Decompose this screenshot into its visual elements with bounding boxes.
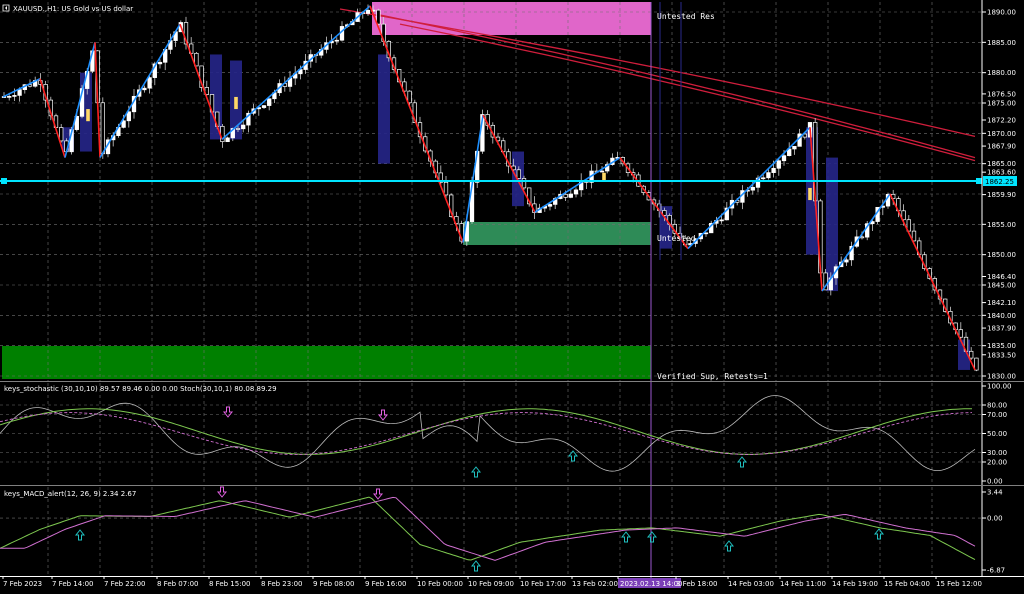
stochastic-tick-label: 50.00: [987, 430, 1007, 438]
horizontal-line-handle-left[interactable]: [1, 178, 7, 184]
untested-sup-label: Untested: [657, 234, 696, 243]
chart-title: XAUUSD.,H1: US Gold vs US dollar: [2, 4, 133, 13]
time-tick-label: 9 Feb 16:00: [365, 580, 406, 588]
current-price-text: 1862.25: [985, 178, 1014, 186]
time-tick-label: 3 Feb 18:00: [676, 580, 717, 588]
price-tick-label: 1850.00: [987, 251, 1016, 259]
time-tick-label: 7 Feb 22:00: [104, 580, 145, 588]
current-price-tag: 1862.25: [983, 176, 1017, 186]
time-tick-label: 15 Feb 04:00: [884, 580, 930, 588]
swing-box: [378, 54, 390, 164]
stochastic-tick-label: 80.00: [987, 402, 1007, 410]
untested-resistance-zone: [372, 2, 651, 35]
price-tick-label: 1833.50: [987, 351, 1016, 359]
time-tick-label: 14 Feb 19:00: [832, 580, 878, 588]
macd-tick-label: 0.00: [987, 515, 1003, 523]
time-tick-label: 8 Feb 23:00: [261, 580, 302, 588]
price-tick-label: 1855.00: [987, 221, 1016, 229]
trading-chart-window[interactable]: Untested Res Untested Verified Sup, Rete…: [0, 0, 1024, 590]
price-tick-label: 1875.00: [987, 100, 1016, 108]
macd-tick-label: 3.44: [987, 489, 1003, 497]
chart-title-text: XAUUSD.,H1: US Gold vs US dollar: [13, 5, 133, 13]
highlight-candle: [808, 187, 812, 201]
price-tick-label: 1885.00: [987, 39, 1016, 47]
price-tick-label: 1846.40: [987, 273, 1016, 281]
macd-title: keys_MACD_alert(12, 26, 9) 2.34 2.67: [4, 490, 136, 498]
verified-sup-label: Verified Sup, Retests=1: [657, 372, 768, 381]
time-tick-label: 10 Feb 00:00: [417, 580, 463, 588]
time-tick-label: 13 Feb 02:00: [572, 580, 618, 588]
time-tick-label: 8 Feb 15:00: [209, 580, 250, 588]
stochastic-tick-label: 100.00: [987, 383, 1012, 391]
time-tick-label: 15 Feb 12:00: [936, 580, 982, 588]
time-tick-label: 10 Feb 17:00: [520, 580, 566, 588]
time-tick-label: 7 Feb 14:00: [52, 580, 93, 588]
time-tick-label: 9 Feb 08:00: [313, 580, 354, 588]
price-tick-label: 1842.10: [987, 299, 1016, 307]
stochastic-tick-label: 30.00: [987, 449, 1007, 457]
price-tick-label: 1840.00: [987, 312, 1016, 320]
time-tick-label: 14 Feb 03:00: [728, 580, 774, 588]
highlight-candle: [86, 109, 90, 122]
price-tick-label: 1876.50: [987, 90, 1016, 98]
price-tick-label: 1890.00: [987, 9, 1016, 17]
price-tick-label: 1859.90: [987, 191, 1016, 199]
stochastic-title: keys_stochastic (30,10,10) 89.57 89.46 0…: [4, 385, 277, 393]
price-tick-label: 1870.00: [987, 130, 1016, 138]
untested-res-label: Untested Res: [657, 12, 715, 21]
price-tick-label: 1865.00: [987, 160, 1016, 168]
time-tick-label: 8 Feb 07:00: [157, 580, 198, 588]
macd-tick-label: -6.87: [987, 567, 1005, 575]
price-tick-label: 1845.00: [987, 282, 1016, 290]
verified-support-zone: [2, 346, 651, 379]
stochastic-tick-label: 20.00: [987, 459, 1007, 467]
time-tick-label: 10 Feb 09:00: [468, 580, 514, 588]
price-tick-label: 1872.20: [987, 116, 1016, 124]
highlight-candle: [234, 96, 238, 110]
time-tick-label: 2023.02.13 14:00: [620, 580, 682, 588]
price-tick-label: 1880.00: [987, 69, 1016, 77]
price-tick-label: 1863.60: [987, 169, 1016, 177]
time-tick-label: 14 Feb 11:00: [780, 580, 826, 588]
price-tick-label: 1835.00: [987, 342, 1016, 350]
price-tick-label: 1830.00: [987, 373, 1016, 381]
horizontal-line-handle-right[interactable]: [976, 178, 982, 184]
time-tick-label: 7 Feb 2023: [3, 580, 42, 588]
stochastic-tick-label: 70.00: [987, 411, 1007, 419]
untested-support-zone: [463, 222, 651, 245]
price-tick-label: 1837.90: [987, 325, 1016, 333]
stochastic-tick-label: 0.00: [987, 478, 1003, 486]
price-tick-label: 1867.90: [987, 143, 1016, 151]
